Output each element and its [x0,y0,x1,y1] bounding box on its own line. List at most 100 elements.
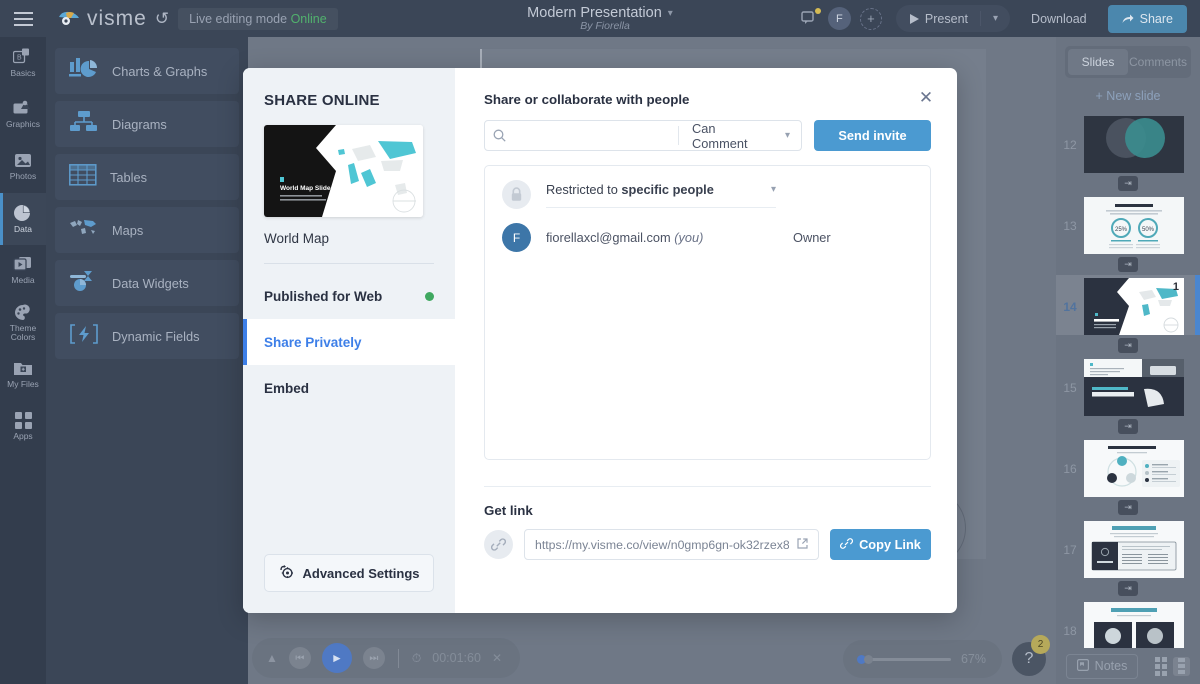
tab-slides[interactable]: Slides [1068,49,1128,75]
published-status-dot [425,291,434,301]
tab-comments[interactable]: Comments [1128,49,1188,75]
notification-icon[interactable] [801,7,821,28]
question-mark-icon: ? [1024,650,1034,667]
zoom-slider[interactable] [856,654,951,664]
share-modal-title: SHARE ONLINE [264,92,380,109]
panel-item-data-widgets[interactable]: Data Widgets [55,260,239,306]
sidebar-item-apps[interactable]: Apps [0,401,46,453]
modal-nav-embed[interactable]: Embed [243,365,455,411]
slides-list[interactable]: 12 ⇥ 13 25% 50% ⇥ 14 1 ⇥ 15 ⇥ 16 ⇥ 17 ⇥ … [1056,113,1200,648]
sidebar-item-my-files[interactable]: My Files [0,349,46,401]
sidebar-label-graphics: Graphics [5,119,40,130]
search-input[interactable] [513,128,679,143]
slide-transition[interactable]: ⇥ [1056,254,1200,275]
transition-icon[interactable]: ⇥ [1118,581,1138,596]
slide-transition[interactable]: ⇥ [1056,497,1200,518]
notes-icon [1076,658,1089,674]
slide-transition[interactable]: ⇥ [1056,173,1200,194]
slide-thumbnail-row[interactable]: 13 25% 50% [1056,194,1200,254]
playback-time: 00:01:60 [432,651,481,665]
brand-logo[interactable]: visme [58,7,147,31]
slide-transition[interactable]: ⇥ [1056,335,1200,356]
slide-preview[interactable] [1084,521,1184,578]
document-author: By Fiorella [580,20,630,32]
media-icon [13,256,33,273]
undo-icon[interactable]: ↺ [155,9,169,29]
sidebar-item-photos[interactable]: Photos [0,141,46,193]
get-link-heading: Get link [484,503,533,518]
panel-label-tables: Tables [110,169,147,185]
transition-icon[interactable]: ⇥ [1118,338,1138,353]
sidebar-item-data[interactable]: Data [0,193,46,245]
share-url-field[interactable]: https://my.visme.co/view/n0gmp6gn-ok32rz… [524,529,819,560]
slide-thumbnail-row-active[interactable]: 14 1 [1056,275,1200,335]
restriction-dropdown[interactable]: Restricted to specific people ▾ [546,182,776,208]
share-online-modal: SHARE ONLINE World Map Slide World Map P… [243,68,957,613]
transition-icon[interactable]: ⇥ [1118,176,1138,191]
skip-forward-icon[interactable]: ⏭ [362,647,385,669]
sidebar-item-media[interactable]: Media [0,245,46,297]
close-playback-icon[interactable]: ✕ [492,651,502,665]
chevron-up-icon[interactable]: ▲ [266,651,278,665]
share-button[interactable]: Share [1107,4,1187,33]
restriction-prefix: Restricted to [546,181,622,197]
notes-button[interactable]: Notes [1065,653,1139,679]
grid-view-icon[interactable] [1152,656,1169,676]
sidebar-item-graphics[interactable]: Graphics [0,89,46,141]
modal-nav-published-for-web[interactable]: Published for Web [243,273,455,319]
slide-preview[interactable] [1084,116,1184,173]
panel-item-tables[interactable]: Tables [55,154,239,200]
slide-preview-active[interactable]: 1 [1084,278,1184,335]
permission-dropdown[interactable]: Can Comment ▾ [679,121,801,151]
slide-thumbnail-row[interactable]: 15 [1056,356,1200,416]
panel-item-diagrams[interactable]: Diagrams [55,101,239,147]
modal-nav-share-privately[interactable]: Share Privately [243,319,455,365]
document-title[interactable]: Modern Presentation ▾ [527,5,673,21]
slide-transition[interactable]: ⇥ [1056,578,1200,599]
slides-panel-footer: Notes [1056,648,1200,684]
zoom-control[interactable]: 67% [842,640,1002,678]
member-email-text: fiorellaxcl@gmail.com [546,230,671,245]
download-button[interactable]: Download [1019,6,1099,32]
slide-number: 14 [1063,299,1077,314]
hamburger-menu-icon[interactable] [0,0,46,37]
photos-icon [13,152,33,169]
slide-preview[interactable] [1084,359,1184,416]
slide-thumbnail-row[interactable]: 16 [1056,437,1200,497]
present-options-chevron-down-icon[interactable]: ▾ [981,13,1010,24]
permission-label: Can Comment [692,120,748,151]
panel-label-data-widgets: Data Widgets [112,275,189,291]
transition-icon[interactable]: ⇥ [1118,500,1138,515]
sidebar-item-basics[interactable]: B Basics [0,37,46,89]
slide-preview[interactable]: 25% 50% [1084,197,1184,254]
advanced-settings-button[interactable]: Advanced Settings [264,554,434,592]
top-bar: visme ↺ Live editing mode Online Modern … [0,0,1200,37]
slide-thumbnail-row[interactable]: 12 [1056,113,1200,173]
sidebar-item-theme-colors[interactable]: Theme Colors [0,297,46,349]
panel-item-maps[interactable]: Maps [55,207,239,253]
transition-icon[interactable]: ⇥ [1118,419,1138,434]
add-collaborator-icon[interactable]: + [859,7,882,30]
play-icon[interactable]: ► [321,643,352,673]
slide-transition[interactable]: ⇥ [1056,416,1200,437]
send-invite-button[interactable]: Send invite [814,120,931,151]
slide-thumbnail-row[interactable]: 17 [1056,518,1200,578]
user-avatar[interactable]: F [827,7,851,30]
panel-item-charts-graphs[interactable]: Charts & Graphs [55,48,239,94]
graphics-icon [13,100,33,117]
copy-link-button[interactable]: Copy Link [830,529,931,560]
zoom-slider-handle-secondary[interactable] [863,654,873,664]
close-icon[interactable]: ✕ [915,87,937,109]
new-slide-button[interactable]: + New slide [1056,78,1200,112]
external-link-icon[interactable] [797,537,808,552]
present-button[interactable]: Present [896,12,980,26]
invite-input-group[interactable]: Can Comment ▾ [484,120,802,151]
chevron-down-icon[interactable]: ▾ [668,8,673,19]
slide-preview[interactable] [1084,440,1184,497]
slide-preview[interactable] [1084,602,1184,648]
slide-thumbnail-row[interactable]: 18 [1056,599,1200,648]
skip-back-icon[interactable]: ⏮ [288,647,311,669]
list-view-icon[interactable] [1173,656,1191,676]
panel-item-dynamic-fields[interactable]: Dynamic Fields [55,313,239,359]
transition-icon[interactable]: ⇥ [1118,257,1138,272]
